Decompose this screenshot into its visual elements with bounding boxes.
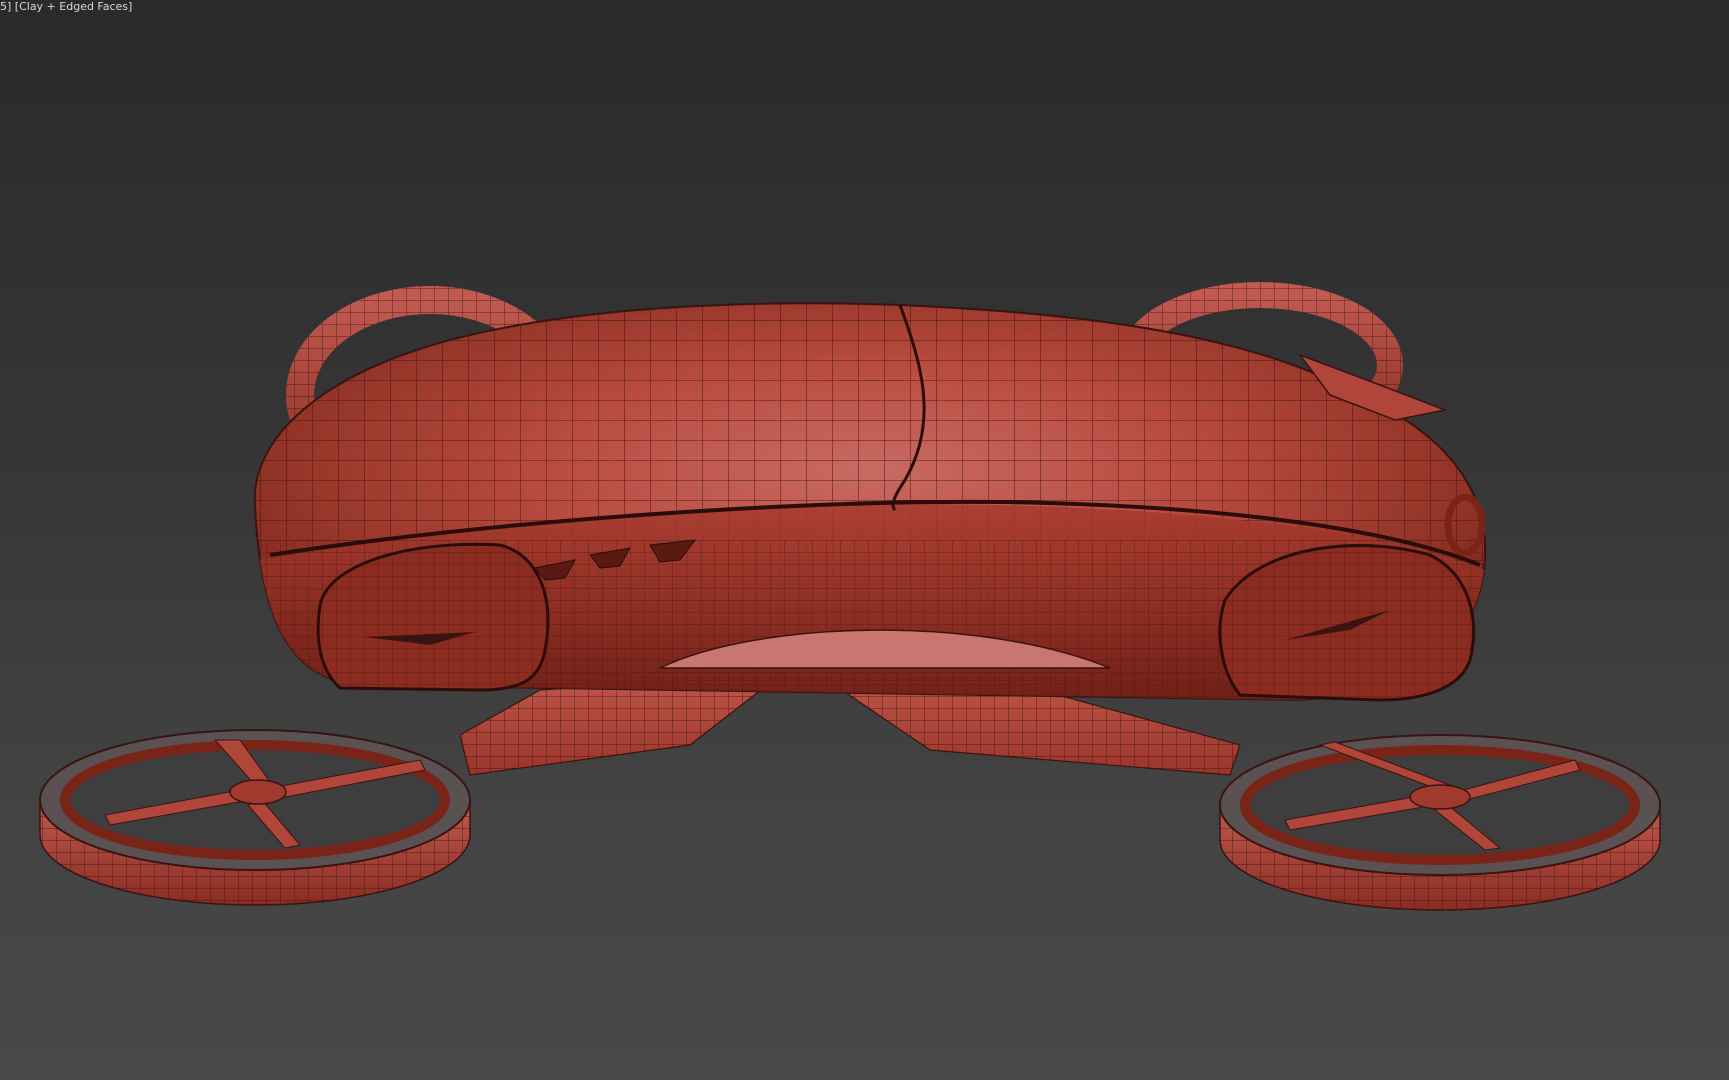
3d-viewport[interactable]: 5] [Clay + Edged Faces] <box>0 0 1729 1080</box>
flying-car-render[interactable] <box>0 0 1729 1080</box>
viewport-label[interactable]: 5] [Clay + Edged Faces] <box>0 0 132 14</box>
front-right-rotor <box>1219 734 1661 911</box>
car-body <box>253 302 1487 702</box>
front-left-rotor <box>39 729 471 906</box>
